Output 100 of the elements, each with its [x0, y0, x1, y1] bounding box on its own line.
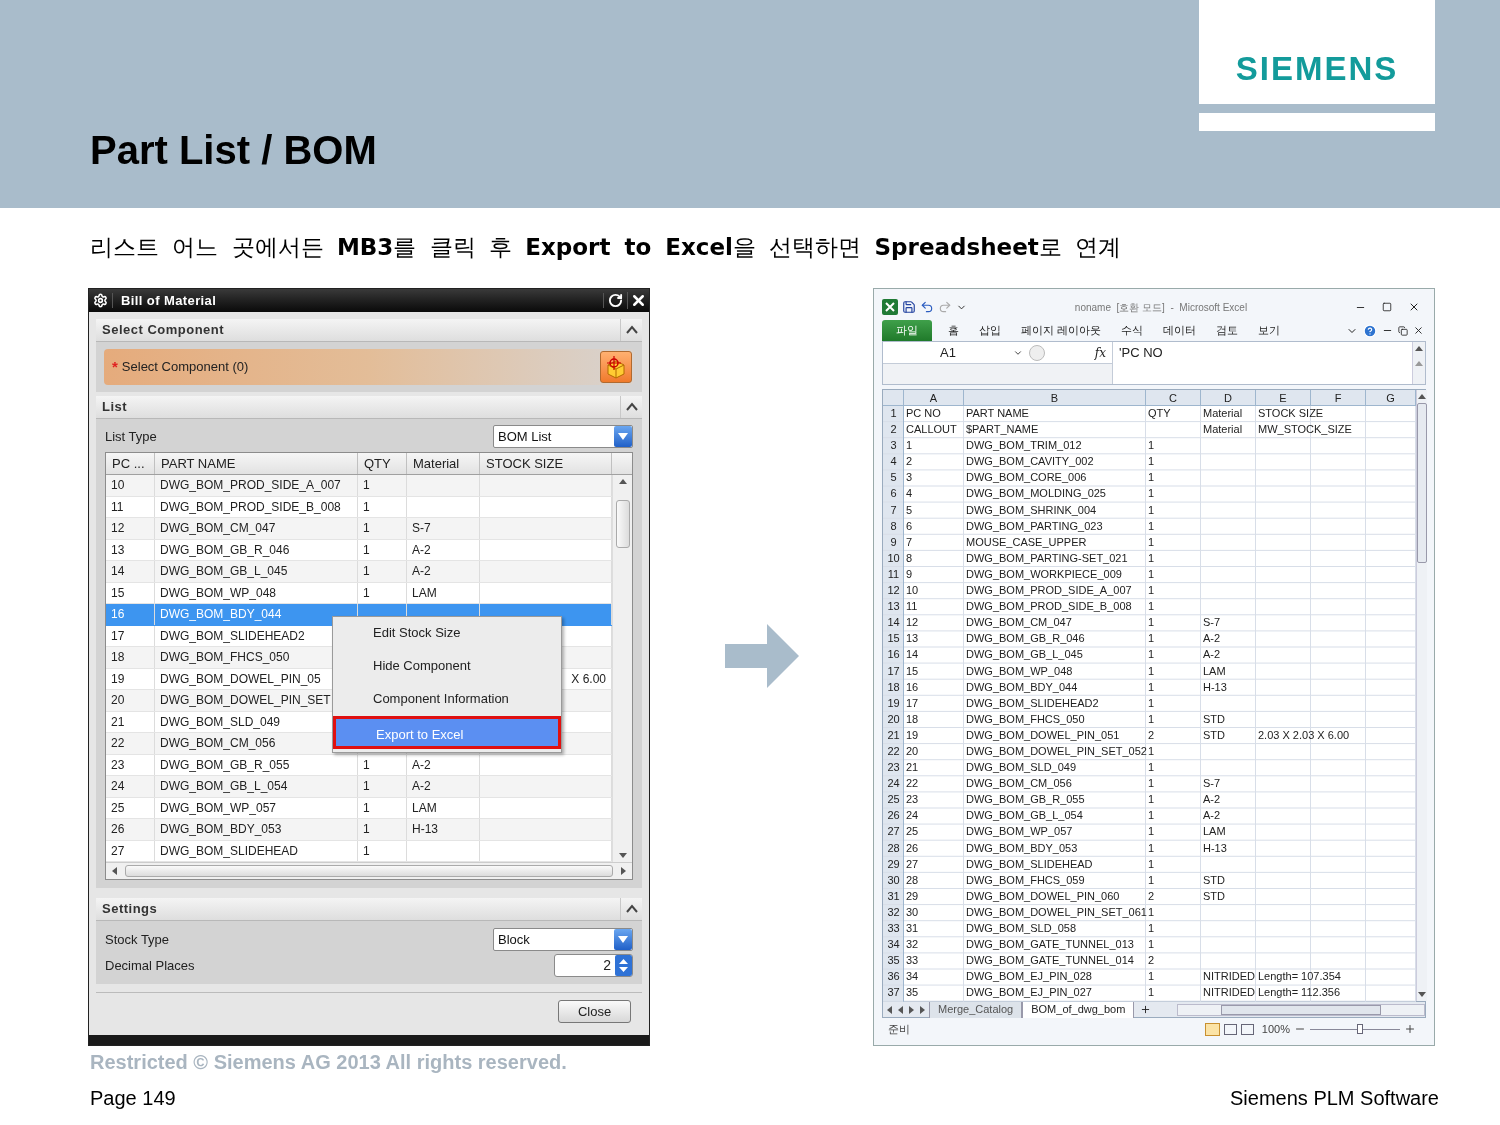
table-cell: DWG_BOM_GB_R_055 [160, 757, 290, 772]
page-number: Page 149 [90, 1086, 176, 1111]
spreadsheet-cell: 1 [1148, 856, 1155, 872]
table-cell: 1 [363, 800, 370, 815]
spreadsheet-cell: DWG_BOM_PROD_SIDE_B_008 [966, 599, 1132, 615]
table-cell: 19 [111, 671, 125, 686]
spreadsheet-cell: 1 [1148, 615, 1155, 631]
spreadsheet-cell: 1 [1148, 840, 1155, 856]
spreadsheet-cell: DWG_BOM_WORKPIECE_009 [966, 566, 1122, 582]
spreadsheet-cell: MW_STOCK_SIZE [1258, 422, 1352, 438]
spreadsheet-cell: 1 [1148, 937, 1155, 953]
spreadsheet-cell: 10 [906, 583, 919, 599]
table-cell: DWG_BOM_GB_L_045 [160, 564, 288, 578]
table-cell: 24 [111, 779, 125, 793]
table-cell: H-13 [412, 822, 438, 836]
spreadsheet-cell: 21 [906, 760, 919, 776]
table-cell: A-2 [412, 542, 431, 557]
spreadsheet-cell: DWG_BOM_PROD_SIDE_A_007 [966, 583, 1132, 599]
spreadsheet-cell: DWG_BOM_SLIDEHEAD2 [966, 695, 1099, 711]
spreadsheet-cell: 20 [906, 743, 919, 759]
company-name: Siemens PLM Software [1230, 1086, 1439, 1111]
spreadsheet-cell: 2 [1148, 727, 1155, 743]
spreadsheet-cell: 35 [906, 985, 919, 1001]
spreadsheet-cell: 1 [1148, 711, 1155, 727]
spreadsheet-cell: DWG_BOM_GB_R_046 [966, 631, 1085, 647]
spreadsheet-cell: 15 [906, 663, 919, 679]
spreadsheet-cell: Length= 112.356 [1258, 985, 1341, 1001]
status-text: 준비 [887, 1022, 911, 1038]
table-cell: 27 [111, 843, 125, 858]
spreadsheet-cell: DWG_BOM_PARTING-SET_021 [966, 550, 1128, 566]
spreadsheet-cell: DWG_BOM_DOWEL_PIN_SET_061 [966, 904, 1147, 920]
spreadsheet-cell: 19 [906, 727, 919, 743]
spreadsheet-cell: LAM [1203, 824, 1226, 840]
table-cell: DWG_BOM_CM_056 [160, 736, 276, 750]
spreadsheet-cell: 1 [1148, 743, 1155, 759]
spreadsheet-cell: A-2 [1203, 631, 1221, 647]
table-cell: 1 [363, 499, 370, 514]
spreadsheet-cell: 1 [1148, 583, 1155, 599]
table-cell: 15 [111, 585, 125, 600]
spreadsheet-cell: 1 [1148, 985, 1155, 1001]
spreadsheet-cell: 1 [1148, 921, 1155, 936]
spreadsheet-cell: STD [1203, 888, 1225, 904]
spreadsheet-cell: DWG_BOM_DOWEL_PIN_051 [966, 727, 1120, 743]
table-cell: 17 [111, 628, 125, 643]
section-title: List [102, 398, 128, 417]
section-title: Settings [102, 900, 158, 919]
table-cell: 23 [111, 757, 125, 772]
table-cell: 16 [111, 607, 125, 621]
spreadsheet-cell: PC NO [906, 406, 941, 421]
spreadsheet-cell: DWG_BOM_CM_047 [966, 615, 1072, 631]
company-logo: SIEMENS [1235, 49, 1399, 90]
zoom-level: 100% [1261, 1022, 1290, 1038]
table-cell: A-2 [412, 564, 431, 578]
table-cell: 25 [111, 800, 125, 815]
spreadsheet-cell: PART NAME [966, 406, 1029, 421]
table-cell: 1 [363, 757, 370, 772]
spreadsheet-cell: 1 [1148, 486, 1155, 502]
spreadsheet-cell: DWG_BOM_DOWEL_PIN_SET_052 [966, 743, 1147, 759]
table-cell: DWG_BOM_SLIDEHEAD [160, 843, 299, 858]
table-cell: 21 [111, 714, 125, 729]
table-cell: 26 [111, 822, 125, 836]
spreadsheet-cell: DWG_BOM_GATE_TUNNEL_013 [966, 937, 1134, 953]
decimal-places-label: Decimal Places [105, 956, 195, 975]
spreadsheet-cell: 7 [906, 534, 913, 550]
spreadsheet-cell: H-13 [1203, 679, 1227, 695]
spreadsheet-cell: 1 [1148, 454, 1155, 470]
section-title: Select Component [102, 321, 225, 340]
table-cell: A-2 [412, 757, 431, 772]
spreadsheet-cell: 3 [906, 470, 913, 486]
spreadsheet-cell: 1 [1148, 663, 1155, 679]
spreadsheet-cell: 1 [906, 438, 913, 454]
spreadsheet-cell: 1 [1148, 534, 1155, 550]
table-cell: S-7 [412, 521, 431, 535]
spreadsheet-cell: 25 [906, 824, 919, 840]
table-cell: DWG_BOM_SLD_049 [160, 714, 281, 729]
spreadsheet-cell: S-7 [1203, 776, 1221, 792]
table-cell: DWG_BOM_WP_048 [160, 585, 277, 600]
table-cell: DWG_BOM_CM_047 [160, 521, 276, 535]
required-mark: * [112, 356, 118, 377]
spreadsheet-cell: 8 [906, 550, 913, 566]
spreadsheet-cell: DWG_BOM_WP_057 [966, 824, 1073, 840]
spreadsheet-cell: NITRIDED [1203, 969, 1255, 985]
spreadsheet-cell: NITRIDED [1203, 985, 1255, 1001]
spreadsheet-cell: 14 [906, 647, 919, 663]
spreadsheet-cell: DWG_BOM_SLIDEHEAD [966, 856, 1093, 872]
table-cell: DWG_BOM_SLIDEHEAD2 [160, 628, 305, 643]
list-type-label: List Type [105, 427, 157, 446]
table-cell: 12 [111, 521, 125, 535]
spreadsheet-cell: MOUSE_CASE_UPPER [966, 534, 1087, 550]
spreadsheet-cell: Length= 107.354 [1258, 969, 1341, 985]
spreadsheet-cell: A-2 [1203, 647, 1221, 663]
spreadsheet-cell: 1 [1148, 550, 1155, 566]
spreadsheet-cell: DWG_BOM_DOWEL_PIN_060 [966, 888, 1120, 904]
spreadsheet-cell: 12 [906, 615, 919, 631]
spreadsheet-cell: DWG_BOM_CAVITY_002 [966, 454, 1094, 470]
table-cell: 1 [363, 564, 370, 578]
spreadsheet-cell: 2.03 X 2.03 X 6.00 [1258, 727, 1350, 743]
table-cell: 18 [111, 650, 125, 664]
table-cell: DWG_BOM_GB_R_046 [160, 542, 290, 557]
spreadsheet-cell: 1 [1148, 776, 1155, 792]
